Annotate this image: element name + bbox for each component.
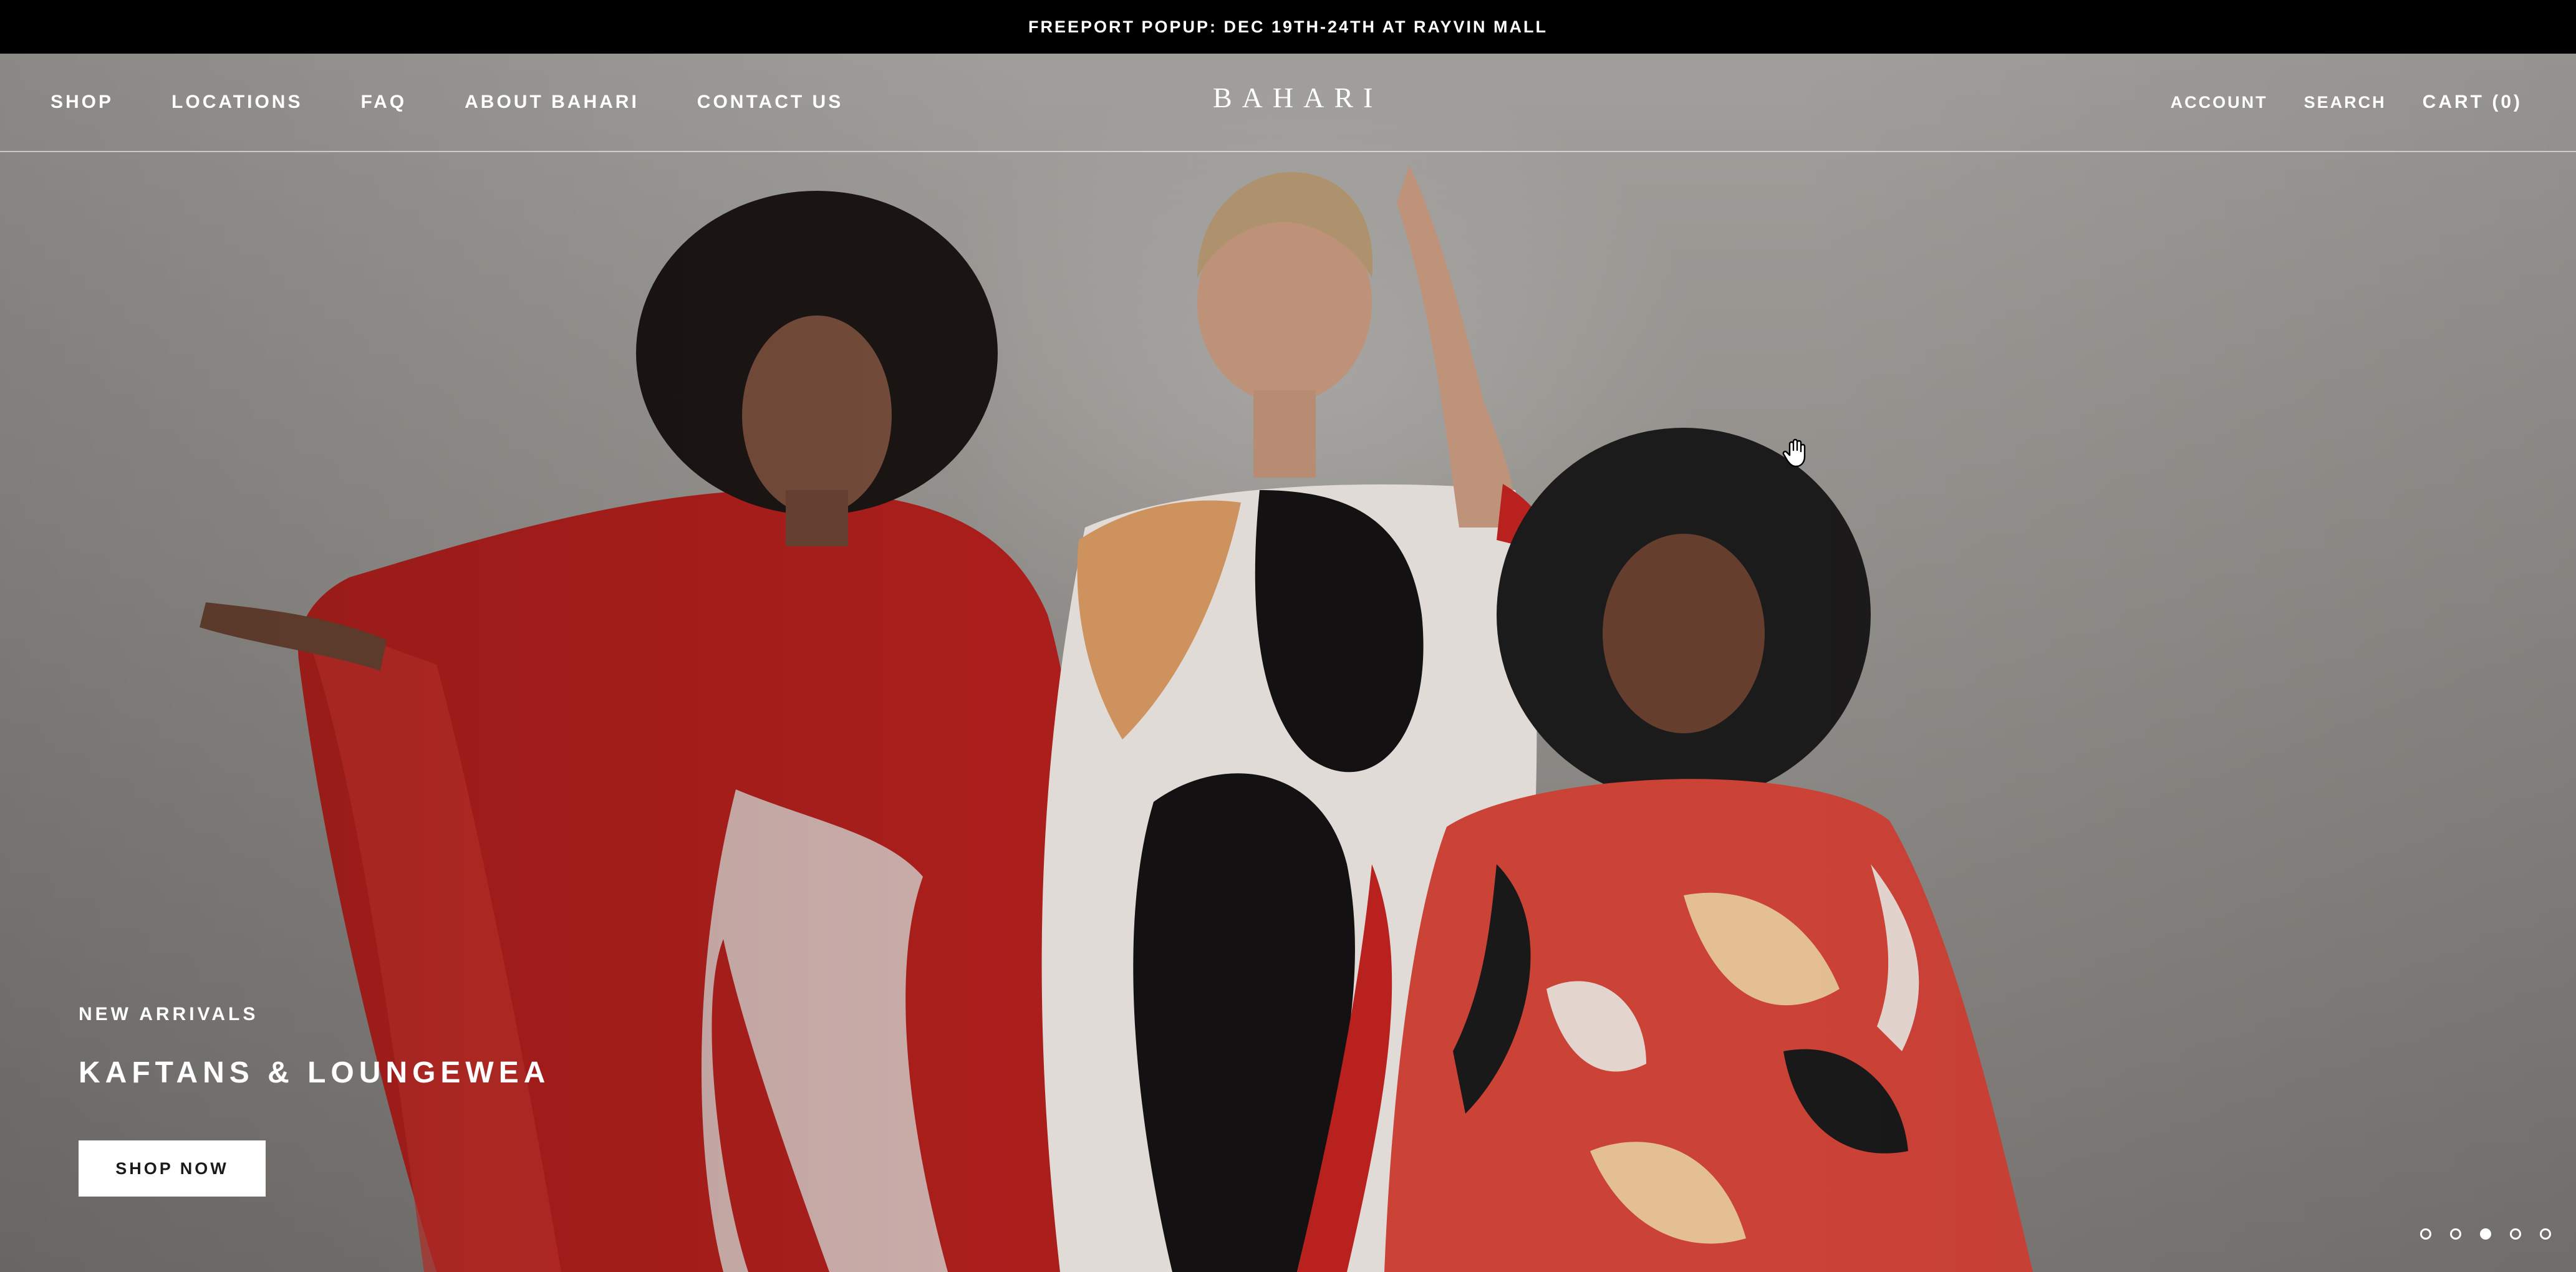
hand-grab-icon bbox=[1782, 438, 1806, 468]
announcement-bar[interactable]: FREEPORT POPUP: DEC 19TH-24TH AT RAYVIN … bbox=[0, 0, 2576, 54]
search-link[interactable]: SEARCH bbox=[2304, 93, 2386, 112]
slide-dot-2[interactable] bbox=[2450, 1228, 2461, 1240]
slide-dot-1[interactable] bbox=[2420, 1228, 2431, 1240]
nav-about-bahari[interactable]: ABOUT BAHARI bbox=[465, 92, 639, 113]
hero-subtitle: NEW ARRIVALS bbox=[79, 1004, 259, 1024]
nav-shop[interactable]: SHOP bbox=[51, 92, 113, 113]
utility-nav: ACCOUNT SEARCH CART (0) bbox=[2171, 54, 2522, 151]
main-nav: SHOP LOCATIONS FAQ ABOUT BAHARI CONTACT … bbox=[51, 54, 843, 151]
slide-dot-3[interactable] bbox=[2480, 1228, 2491, 1240]
nav-contact-us[interactable]: CONTACT US bbox=[697, 92, 843, 113]
cart-link[interactable]: CART (0) bbox=[2423, 92, 2522, 113]
nav-locations[interactable]: LOCATIONS bbox=[171, 92, 302, 113]
announcement-text[interactable]: FREEPORT POPUP: DEC 19TH-24TH AT RAYVIN … bbox=[1028, 17, 1548, 37]
shop-now-button[interactable]: SHOP NOW bbox=[79, 1140, 266, 1197]
slide-dot-4[interactable] bbox=[2510, 1228, 2521, 1240]
brand-logo[interactable]: BAHARI bbox=[1213, 54, 1382, 141]
model-left bbox=[200, 191, 1090, 1272]
slide-dot-5[interactable] bbox=[2540, 1228, 2551, 1240]
account-link[interactable]: ACCOUNT bbox=[2171, 93, 2268, 112]
page: FREEPORT POPUP: DEC 19TH-24TH AT RAYVIN … bbox=[0, 0, 2576, 1272]
site-header: SHOP LOCATIONS FAQ ABOUT BAHARI CONTACT … bbox=[0, 54, 2576, 152]
hero-title: KAFTANS & LOUNGEWEA bbox=[79, 1056, 551, 1089]
nav-faq[interactable]: FAQ bbox=[360, 92, 407, 113]
slideshow-dots bbox=[2420, 1228, 2551, 1240]
